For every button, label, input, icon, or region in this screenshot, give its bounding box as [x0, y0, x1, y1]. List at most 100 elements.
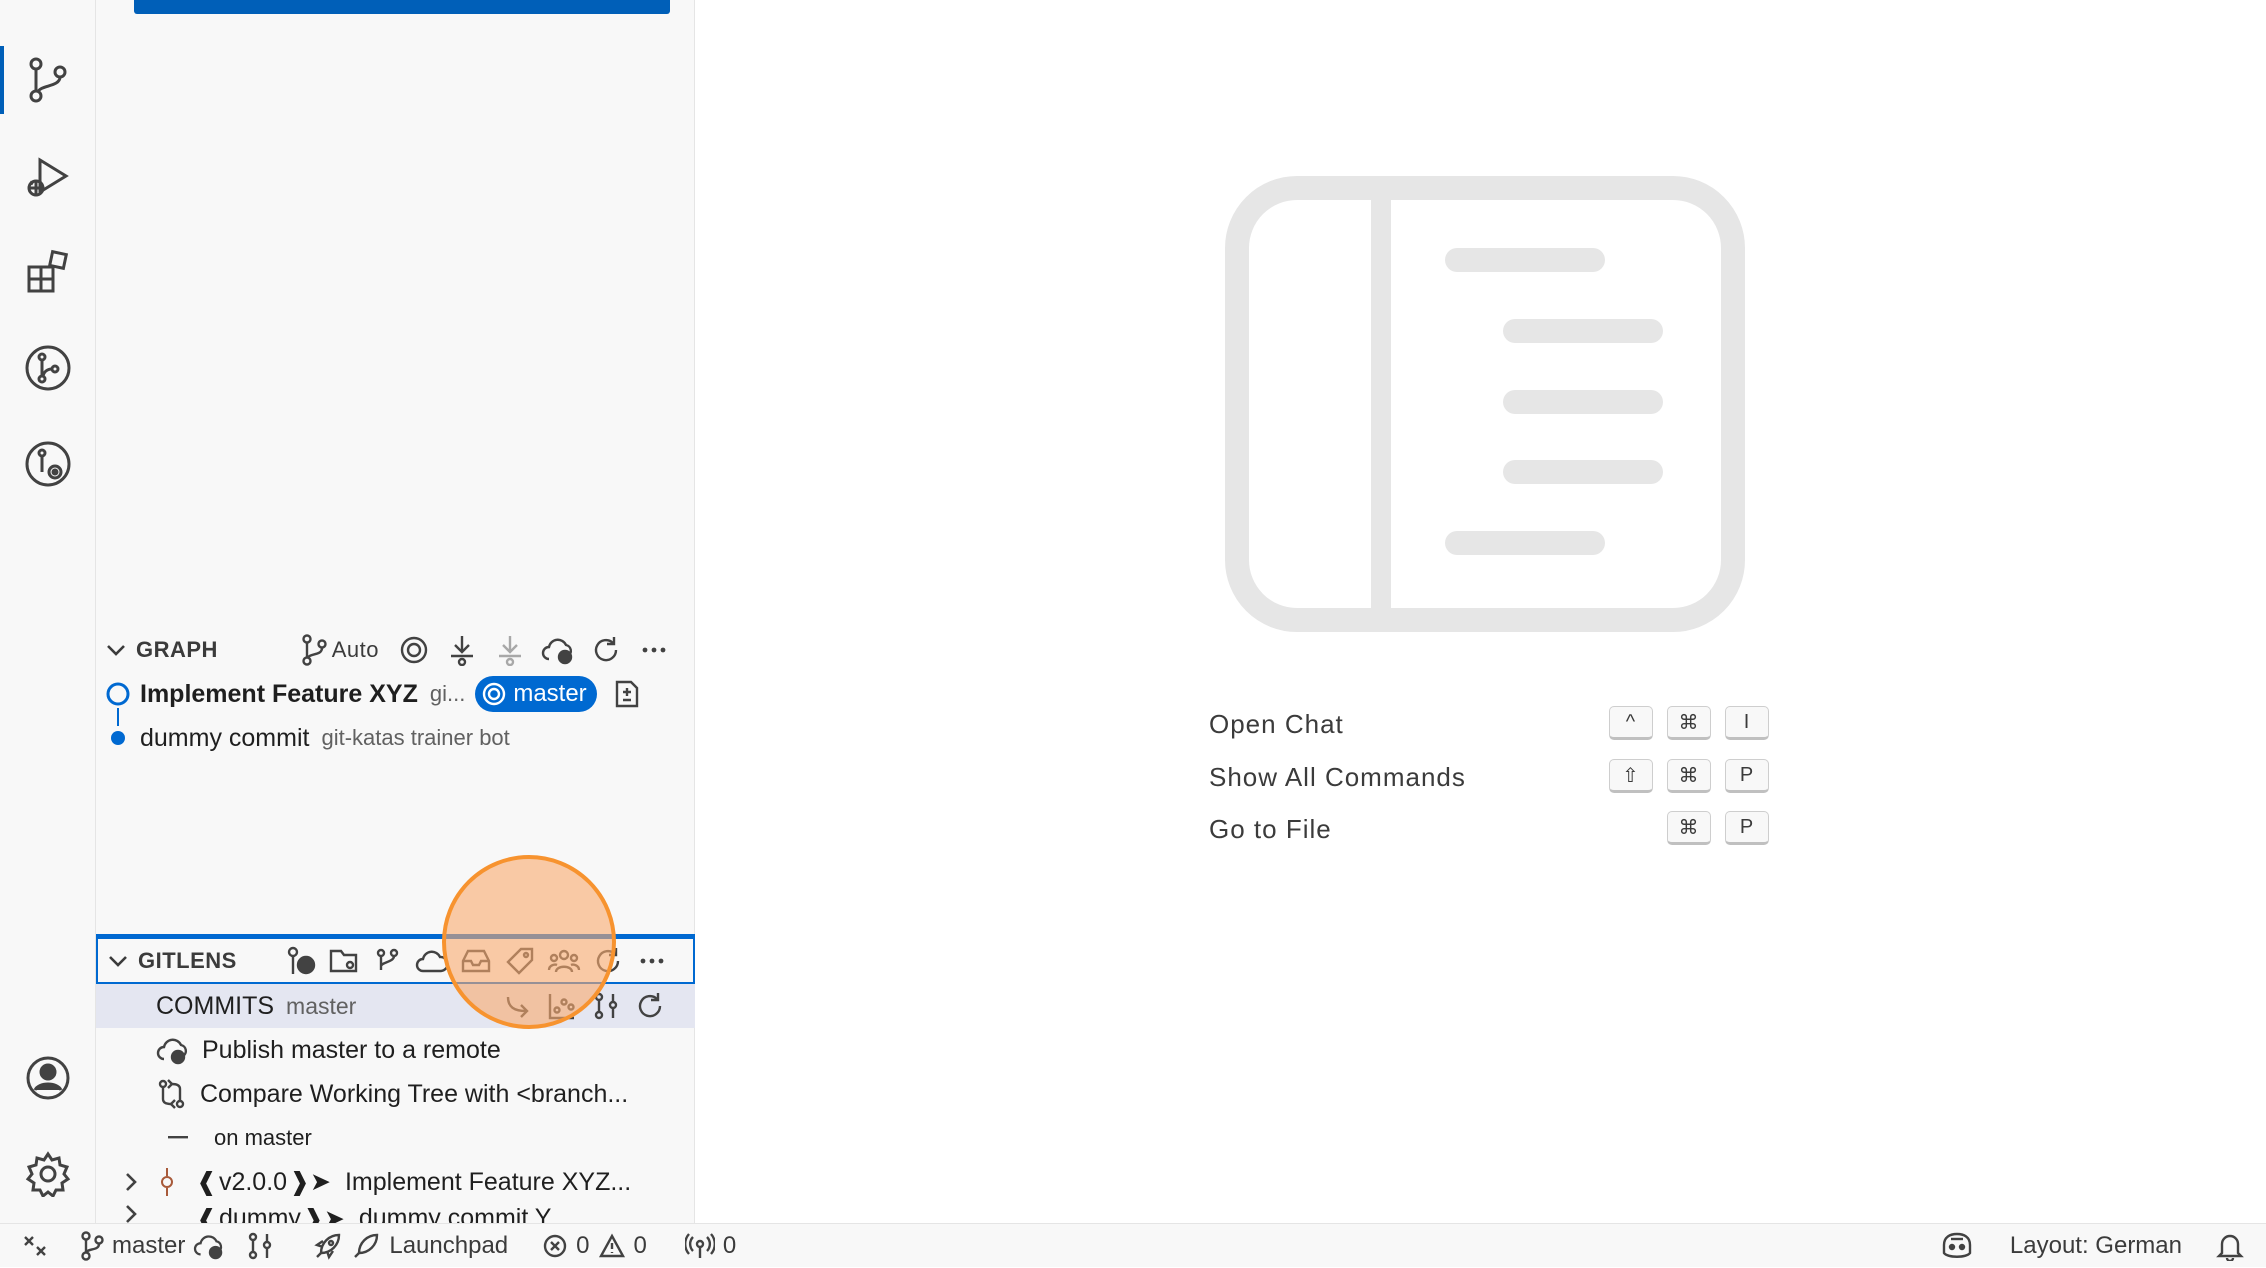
activity-bar — [0, 0, 96, 1223]
fetch-icon[interactable] — [445, 633, 479, 667]
branch-status-item[interactable]: master — [70, 1224, 235, 1268]
graph-section-title: GRAPH — [136, 637, 218, 662]
tag-commit-label: Implement Feature XYZ... — [344, 1167, 632, 1196]
chevron-down-icon — [96, 643, 136, 657]
commits-tree-item[interactable]: COMMITS master — [96, 984, 695, 1028]
broadcast-icon — [684, 1232, 715, 1258]
launchpad-status-item[interactable]: Launchpad — [303, 1224, 518, 1268]
refresh-icon[interactable] — [633, 989, 667, 1023]
ports-status-item[interactable]: 0 — [675, 1224, 746, 1268]
commit-head-icon — [96, 681, 140, 707]
compare-icon — [156, 1078, 188, 1110]
shortcut-label: Show All Commands — [1209, 761, 1466, 792]
tag-commit-item[interactable]: ❰ dummy ❱➤ dummy commit Y... — [96, 1204, 695, 1223]
commit-dot-icon — [96, 729, 140, 747]
sidebar: GRAPH Auto Implement Feature XYZ gi... m… — [96, 0, 695, 1223]
rocket-outline-icon — [354, 1233, 379, 1258]
gitlens-icon[interactable] — [0, 328, 96, 408]
copilot-status-item[interactable] — [1930, 1224, 1984, 1268]
bell-icon — [2216, 1234, 2244, 1261]
ports-count: 0 — [722, 1231, 737, 1259]
key-cap: ^ — [1609, 706, 1653, 740]
run-debug-icon[interactable] — [0, 138, 96, 218]
editor-area: Open Chat ^ ⌘ I Show All Commands ⇧ ⌘ P … — [695, 0, 2266, 1223]
shortcut-open-chat: Open Chat ^ ⌘ I — [1209, 702, 1769, 746]
compare-status-item[interactable] — [235, 1224, 285, 1268]
extensions-icon[interactable] — [0, 232, 96, 312]
commit-message: Implement Feature XYZ — [140, 679, 418, 708]
remotes-view-icon[interactable] — [371, 944, 405, 978]
shortcut-label: Go to File — [1209, 813, 1332, 844]
tag-close-icon: ❱➤ — [289, 1168, 331, 1196]
graph-auto-branch-button[interactable]: Auto — [300, 634, 379, 666]
pull-icon[interactable] — [493, 633, 527, 667]
key-cap: ⌘ — [1667, 811, 1711, 845]
tag-label: dummy — [218, 1204, 301, 1223]
commit-message: dummy commit — [140, 723, 310, 752]
branch-badge[interactable]: master — [475, 676, 597, 712]
chevron-right-icon[interactable] — [124, 1204, 138, 1223]
publish-remote-label: Publish master to a remote — [202, 1035, 501, 1064]
keyboard-layout-item[interactable]: Layout: German — [2000, 1224, 2192, 1268]
key-cap: ⇧ — [1609, 759, 1653, 793]
chevron-right-icon[interactable] — [124, 1172, 138, 1192]
cloud-publish-icon[interactable] — [541, 633, 575, 667]
warning-icon — [598, 1233, 625, 1257]
remote-indicator[interactable] — [0, 1224, 70, 1268]
graph-section-header[interactable]: GRAPH Auto — [96, 628, 695, 672]
primary-action-button[interactable] — [134, 0, 670, 14]
more-actions-icon[interactable] — [635, 944, 669, 978]
graph-commit-row[interactable]: Implement Feature XYZ gi... master — [96, 672, 695, 716]
click-highlight-marker — [442, 855, 616, 1029]
compare-working-tree-item[interactable]: Compare Working Tree with <branch... — [96, 1072, 695, 1116]
editor-watermark-icon — [1225, 176, 1745, 632]
key-cap: P — [1725, 811, 1769, 845]
commits-view-icon[interactable] — [283, 944, 317, 978]
key-cap: I — [1725, 706, 1769, 740]
settings-gear-icon[interactable] — [0, 1134, 96, 1214]
error-icon — [543, 1234, 567, 1257]
compare-working-tree-label: Compare Working Tree with <branch... — [200, 1079, 629, 1108]
commit-details-icon[interactable] — [613, 678, 641, 710]
branches-view-icon[interactable] — [327, 944, 361, 978]
tag-open-icon: ❰ — [196, 1205, 217, 1223]
branch-icon — [302, 634, 327, 666]
rocket-icon — [314, 1233, 341, 1260]
on-master-label: on master — [214, 1125, 312, 1150]
copilot-icon — [1942, 1232, 1972, 1258]
cloud-upload-icon — [156, 1035, 190, 1065]
commit-author: git-katas trainer bot — [321, 725, 510, 750]
notifications-item[interactable] — [2206, 1224, 2266, 1268]
chevron-down-icon — [98, 954, 138, 968]
target-icon[interactable] — [397, 633, 431, 667]
commit-icon — [160, 1166, 174, 1198]
cloud-publish-icon[interactable] — [193, 1232, 225, 1260]
warning-count: 0 — [633, 1231, 647, 1259]
publish-remote-item[interactable]: Publish master to a remote — [96, 1028, 695, 1072]
commits-label: COMMITS — [156, 991, 275, 1020]
key-cap: P — [1725, 759, 1769, 793]
commits-branch: master — [286, 992, 357, 1019]
partial-top-icon[interactable] — [0, 0, 96, 14]
on-master-item: on master — [96, 1116, 695, 1160]
tag-open-icon: ❰ — [196, 1168, 217, 1196]
gitlens-section-title: GITLENS — [138, 947, 237, 973]
problems-status-item[interactable]: 0 0 — [532, 1224, 657, 1268]
account-icon[interactable] — [0, 1038, 96, 1118]
branch-name: master — [112, 1231, 186, 1259]
dash-icon — [168, 1136, 188, 1140]
more-actions-icon[interactable] — [637, 633, 671, 667]
branch-badge-label: master — [513, 680, 587, 707]
tag-commit-label: dummy commit Y... — [358, 1204, 570, 1223]
error-count: 0 — [576, 1231, 590, 1259]
graph-commit-row[interactable]: dummy commit git-katas trainer bot — [96, 716, 695, 760]
shortcut-label: Open Chat — [1209, 708, 1344, 739]
tag-commit-item[interactable]: ❰ v2.0.0 ❱➤ Implement Feature XYZ... — [96, 1160, 695, 1204]
refresh-icon[interactable] — [589, 633, 623, 667]
launchpad-label: Launchpad — [389, 1231, 509, 1259]
shortcut-go-to-file: Go to File ⌘ P — [1209, 807, 1769, 851]
source-control-icon[interactable] — [0, 40, 96, 120]
key-cap: ⌘ — [1667, 759, 1711, 793]
graph-auto-label: Auto — [331, 637, 379, 662]
gitlens-inspect-icon[interactable] — [0, 424, 96, 504]
